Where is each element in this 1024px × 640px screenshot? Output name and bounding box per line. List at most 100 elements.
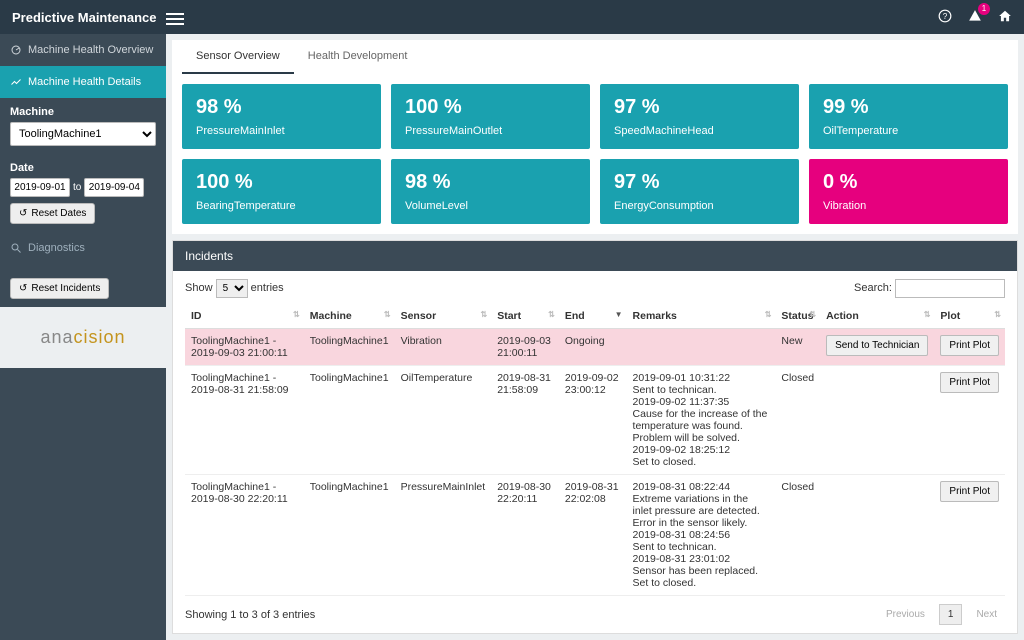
alert-icon[interactable]: 1 <box>968 9 982 26</box>
date-label: Date <box>10 162 156 174</box>
pager-next[interactable]: Next <box>968 605 1005 624</box>
pager: Previous 1 Next <box>878 604 1005 625</box>
sensor-card[interactable]: 98 % VolumeLevel <box>391 159 590 224</box>
card-label: SpeedMachineHead <box>614 125 785 137</box>
table-row: ToolingMachine1 - 2019-08-30 22:20:11Too… <box>185 475 1005 596</box>
print-plot-button[interactable]: Print Plot <box>940 481 999 502</box>
sensor-card[interactable]: 97 %EnergyConsumption <box>600 159 799 224</box>
sensor-cards: 98 % PressureMainInlet 100 % PressureMainOu… <box>172 74 1018 234</box>
tab-sensor-overview[interactable]: Sensor Overview <box>182 40 294 74</box>
col-end[interactable]: End▼ <box>559 304 627 329</box>
main-content: Sensor Overview Health Development 98 % P… <box>166 34 1024 640</box>
pager-page-1[interactable]: 1 <box>939 604 963 625</box>
sidebar-item-overview[interactable]: Machine Health Overview <box>0 34 166 66</box>
undo-icon: ↺ <box>19 208 27 219</box>
sensor-card[interactable]: 98 % PressureMainInlet <box>182 84 381 149</box>
sensor-card[interactable]: 99 % OilTemperature <box>809 84 1008 149</box>
sidebar-item-diagnostics[interactable]: Diagnostics <box>0 232 166 264</box>
reset-incidents-button[interactable]: ↺ Reset Incidents <box>10 278 109 299</box>
cell-action: Send to Technician <box>820 329 934 366</box>
cell-plot: Print Plot <box>934 329 1005 366</box>
cell-plot: Print Plot <box>934 366 1005 475</box>
sidebar-item-label: Machine Health Details <box>28 76 141 88</box>
cell-sensor: Vibration <box>395 329 492 366</box>
cell-id: ToolingMachine1 - 2019-08-30 22:20:11 <box>185 475 304 596</box>
date-to-label: to <box>73 182 81 193</box>
card-label: OilTemperature <box>823 125 994 137</box>
sensor-card[interactable]: 0 % Vibration <box>809 159 1008 224</box>
card-value: 98 % <box>405 171 576 194</box>
sidebar-item-label: Diagnostics <box>28 242 85 254</box>
col-status[interactable]: Status⇅ <box>775 304 820 329</box>
card-label: PressureMainInlet <box>196 125 367 137</box>
card-label: PressureMainOutlet <box>405 125 576 137</box>
print-plot-button[interactable]: Print Plot <box>940 372 999 393</box>
help-icon[interactable]: ? <box>938 9 952 26</box>
col-action[interactable]: Action⇅ <box>820 304 934 329</box>
cell-status: New <box>775 329 820 366</box>
undo-icon: ↺ <box>19 283 27 294</box>
cell-action <box>820 366 934 475</box>
card-label: Vibration <box>823 200 994 212</box>
sidebar-item-details[interactable]: Machine Health Details <box>0 66 166 98</box>
card-label: BearingTemperature <box>196 200 367 212</box>
tabs: Sensor Overview Health Development <box>172 40 1018 74</box>
table-row: ToolingMachine1 - 2019-08-31 21:58:09Too… <box>185 366 1005 475</box>
cell-start: 2019-08-30 22:20:11 <box>491 475 559 596</box>
reset-dates-button[interactable]: ↺ Reset Dates <box>10 203 95 224</box>
svg-text:?: ? <box>943 11 948 20</box>
col-plot[interactable]: Plot⇅ <box>934 304 1005 329</box>
cell-plot: Print Plot <box>934 475 1005 596</box>
cell-end: Ongoing <box>559 329 627 366</box>
card-value: 100 % <box>405 96 576 119</box>
search-input[interactable] <box>895 279 1005 298</box>
card-label: VolumeLevel <box>405 200 576 212</box>
card-value: 100 % <box>196 171 367 194</box>
app-title: Predictive Maintenance <box>12 10 162 25</box>
card-value: 98 % <box>196 96 367 119</box>
cell-id: ToolingMachine1 - 2019-09-03 21:00:11 <box>185 329 304 366</box>
logo: anacision <box>0 307 166 368</box>
sensor-card[interactable]: 97 % SpeedMachineHead <box>600 84 799 149</box>
cell-status: Closed <box>775 475 820 596</box>
date-from-input[interactable] <box>10 178 70 197</box>
cell-end: 2019-09-02 23:00:12 <box>559 366 627 475</box>
page-length-control: Show 5 entries <box>185 279 284 298</box>
table-row: ToolingMachine1 - 2019-09-03 21:00:11Too… <box>185 329 1005 366</box>
pager-prev[interactable]: Previous <box>878 605 933 624</box>
alert-badge: 1 <box>978 3 990 15</box>
tab-health-development[interactable]: Health Development <box>294 40 422 74</box>
sensor-card[interactable]: 100 % PressureMainOutlet <box>391 84 590 149</box>
cell-end: 2019-08-31 22:02:08 <box>559 475 627 596</box>
cell-machine: ToolingMachine1 <box>304 366 395 475</box>
cell-sensor: OilTemperature <box>395 366 492 475</box>
cell-machine: ToolingMachine1 <box>304 475 395 596</box>
table-info: Showing 1 to 3 of 3 entries <box>185 609 315 621</box>
card-value: 97 % <box>614 171 785 194</box>
col-sensor[interactable]: Sensor⇅ <box>395 304 492 329</box>
cell-action <box>820 475 934 596</box>
machine-select[interactable]: ToolingMachine1 <box>10 122 156 146</box>
card-value: 99 % <box>823 96 994 119</box>
cell-remarks: 2019-08-31 08:22:44Extreme variations in… <box>627 475 776 596</box>
card-value: 97 % <box>614 96 785 119</box>
page-length-select[interactable]: 5 <box>216 279 248 298</box>
sensor-card[interactable]: 100 % BearingTemperature <box>182 159 381 224</box>
menu-toggle-icon[interactable] <box>166 10 184 24</box>
print-plot-button[interactable]: Print Plot <box>940 335 999 356</box>
cell-status: Closed <box>775 366 820 475</box>
col-start[interactable]: Start⇅ <box>491 304 559 329</box>
cell-start: 2019-08-31 21:58:09 <box>491 366 559 475</box>
sidebar-item-label: Machine Health Overview <box>28 44 153 56</box>
incidents-panel: Incidents Show 5 entries Search: ID⇅ <box>172 240 1018 634</box>
col-id[interactable]: ID⇅ <box>185 304 304 329</box>
col-remarks[interactable]: Remarks⇅ <box>627 304 776 329</box>
card-value: 0 % <box>823 171 994 194</box>
col-machine[interactable]: Machine⇅ <box>304 304 395 329</box>
date-to-input[interactable] <box>84 178 144 197</box>
send-to-technician-button[interactable]: Send to Technician <box>826 335 928 356</box>
cell-start: 2019-09-03 21:00:11 <box>491 329 559 366</box>
incidents-table: ID⇅ Machine⇅ Sensor⇅ Start⇅ End▼ Remarks… <box>185 304 1005 596</box>
search-label: Search: <box>854 282 892 294</box>
home-icon[interactable] <box>998 9 1012 26</box>
